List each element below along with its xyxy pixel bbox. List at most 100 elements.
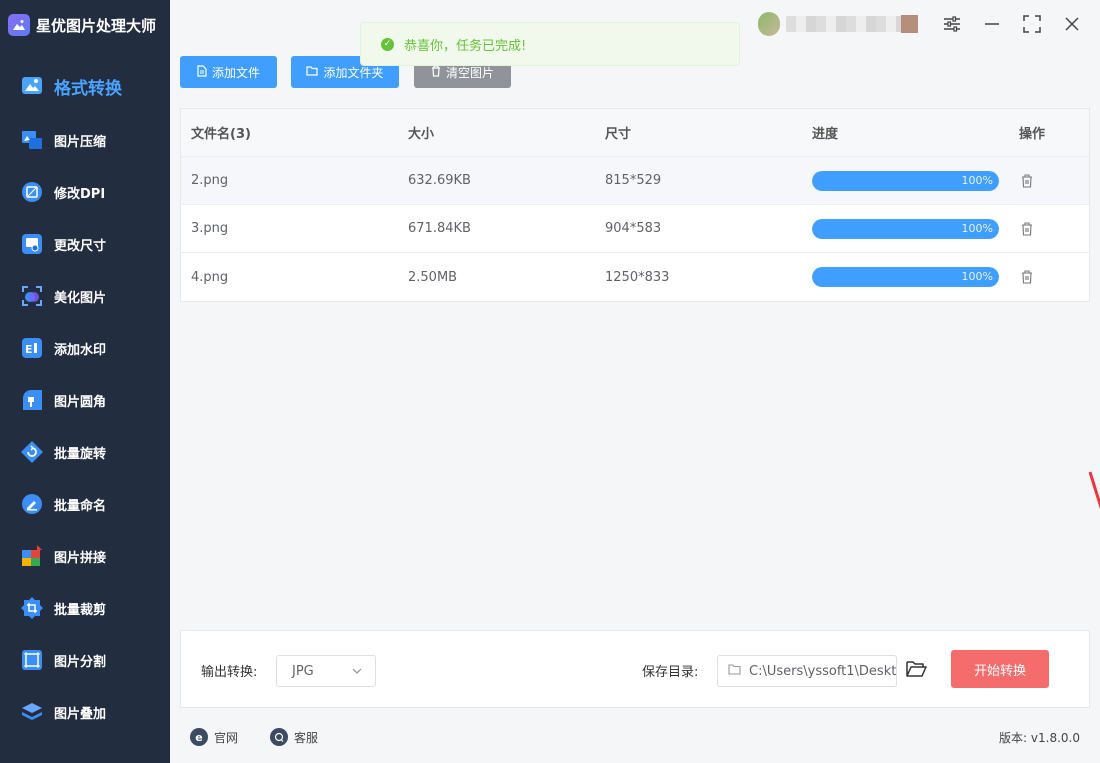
username-blurred	[786, 16, 904, 32]
resize-icon	[20, 232, 44, 256]
sidebar-item-split[interactable]: 图片分割	[0, 634, 170, 686]
sidebar-item-modify-dpi[interactable]: 修改DPI	[0, 166, 170, 218]
trash-icon	[431, 64, 441, 80]
col-header-action: 操作	[1019, 127, 1046, 142]
col-header-name: 文件名(3)	[191, 127, 251, 142]
beautify-icon	[20, 284, 44, 308]
sidebar-item-stitch[interactable]: 图片拼接	[0, 530, 170, 582]
sidebar-item-rename[interactable]: 批量命名	[0, 478, 170, 530]
delete-row-icon[interactable]	[1019, 269, 1035, 285]
sidebar-item-rotate[interactable]: 批量旋转	[0, 426, 170, 478]
sidebar-item-label: 图片圆角	[54, 394, 107, 410]
cell-dimensions: 815*529	[605, 173, 662, 188]
sidebar-item-watermark[interactable]: E 添加水印	[0, 322, 170, 374]
sidebar-item-label: 批量命名	[54, 498, 107, 514]
sidebar-item-label: 修改DPI	[54, 186, 106, 202]
support-label: 客服	[294, 730, 319, 745]
app-title-bar: 星优图片处理大师	[0, 0, 170, 50]
annotation-arrow	[1088, 471, 1100, 510]
file-table: 文件名(3) 大小 尺寸 进度 操作 2.png 632.69KB 815*52…	[180, 108, 1090, 302]
progress-bar: 100%	[812, 267, 999, 287]
cell-action	[1009, 173, 1089, 189]
settings-sliders-icon[interactable]	[940, 12, 964, 36]
ie-browser-icon: e	[190, 728, 208, 746]
crop-icon	[20, 596, 44, 620]
version-label: 版本: v1.8.0.0	[999, 731, 1080, 745]
layers-icon	[20, 700, 44, 724]
cell-filename: 4.png	[191, 269, 229, 285]
save-dir-label: 保存目录:	[642, 665, 699, 680]
success-check-icon: ✓	[381, 37, 394, 51]
sidebar-item-label: 美化图片	[54, 290, 107, 306]
sidebar-item-format-convert[interactable]: 格式转换	[0, 58, 170, 114]
success-toast: ✓ 恭喜你，任务已完成!	[360, 22, 740, 66]
cell-size: 671.84KB	[408, 221, 471, 236]
image-compress-icon	[20, 128, 44, 152]
cell-progress: 100%	[802, 170, 1009, 191]
svg-text:E: E	[25, 343, 33, 356]
add-file-label: 添加文件	[211, 65, 260, 80]
sidebar-item-label: 图片分割	[54, 654, 107, 670]
table-row[interactable]: 4.png 2.50MB 1250*833 100%	[181, 253, 1089, 301]
toast-message: 恭喜你，任务已完成!	[404, 38, 527, 54]
folder-icon	[306, 65, 319, 79]
support-link[interactable]: 客服	[270, 728, 318, 746]
sidebar-item-label: 批量裁剪	[54, 602, 107, 618]
sidebar-item-beautify[interactable]: 美化图片	[0, 270, 170, 322]
open-folder-icon[interactable]	[905, 659, 929, 683]
sidebar-item-label: 图片叠加	[54, 706, 107, 722]
sidebar: 星优图片处理大师 格式转换 图片压缩 修改DPI 更改尺寸 美化图片 E 添加水…	[0, 0, 170, 763]
chat-bubble-icon	[270, 728, 288, 746]
col-header-progress: 进度	[812, 127, 839, 142]
cell-size: 632.69KB	[408, 173, 471, 188]
progress-label: 100%	[961, 270, 993, 283]
sidebar-nav: 格式转换 图片压缩 修改DPI 更改尺寸 美化图片 E 添加水印 图片圆角 批量…	[0, 58, 170, 738]
sidebar-item-label: 图片拼接	[54, 550, 107, 566]
sidebar-item-layers[interactable]: 图片叠加	[0, 686, 170, 738]
table-row[interactable]: 3.png 671.84KB 904*583 100%	[181, 205, 1089, 253]
maximize-icon[interactable]	[1020, 12, 1044, 36]
close-icon[interactable]	[1060, 12, 1084, 36]
sidebar-item-label: 更改尺寸	[54, 238, 107, 254]
file-icon	[197, 64, 207, 80]
stitch-icon	[20, 544, 44, 568]
progress-label: 100%	[961, 173, 993, 187]
sidebar-item-label: 批量旋转	[54, 446, 107, 462]
add-file-button[interactable]: 添加文件	[180, 56, 277, 88]
sidebar-item-crop[interactable]: 批量裁剪	[0, 582, 170, 634]
delete-row-icon[interactable]	[1019, 221, 1035, 237]
delete-row-icon[interactable]	[1019, 173, 1035, 189]
folder-outline-icon	[728, 663, 741, 679]
app-name: 星优图片处理大师	[36, 16, 157, 35]
save-dir-value: C:\Users\yssoft1\Deskt	[749, 663, 896, 679]
watermark-icon: E	[20, 336, 44, 360]
dpi-icon	[20, 180, 44, 204]
cell-progress: 100%	[802, 267, 1009, 287]
clear-images-label: 清空图片	[445, 65, 494, 80]
image-convert-icon	[20, 74, 44, 98]
main-panel: ✓ 恭喜你，任务已完成! 添加文件 添加文件夹 清空图片 文件名(3) 大小 尺…	[170, 0, 1100, 763]
progress-label: 100%	[961, 221, 993, 235]
start-convert-button[interactable]: 开始转换	[951, 650, 1049, 688]
output-format-select[interactable]: JPG	[276, 655, 376, 687]
cell-size: 2.50MB	[408, 269, 458, 285]
sidebar-item-resize[interactable]: 更改尺寸	[0, 218, 170, 270]
cell-action	[1009, 221, 1089, 237]
save-dir-input[interactable]: C:\Users\yssoft1\Deskt	[717, 655, 897, 687]
cell-dimensions: 1250*833	[605, 269, 670, 285]
table-row[interactable]: 2.png 632.69KB 815*529 100%	[181, 157, 1089, 205]
minimize-icon[interactable]	[980, 12, 1004, 36]
sidebar-item-rounded-corner[interactable]: 图片圆角	[0, 374, 170, 426]
sidebar-item-image-compress[interactable]: 图片压缩	[0, 114, 170, 166]
rotate-icon	[20, 440, 44, 464]
footer: e 官网 客服 版本: v1.8.0.0	[170, 712, 1100, 763]
col-header-dimensions: 尺寸	[605, 127, 632, 142]
progress-bar: 100%	[812, 218, 999, 239]
table-header: 文件名(3) 大小 尺寸 进度 操作	[181, 109, 1089, 157]
website-label: 官网	[214, 730, 239, 745]
rename-icon	[20, 492, 44, 516]
website-link[interactable]: e 官网	[190, 728, 238, 746]
sidebar-item-label: 图片压缩	[54, 134, 107, 150]
user-avatar[interactable]	[758, 12, 918, 36]
split-icon	[20, 648, 44, 672]
